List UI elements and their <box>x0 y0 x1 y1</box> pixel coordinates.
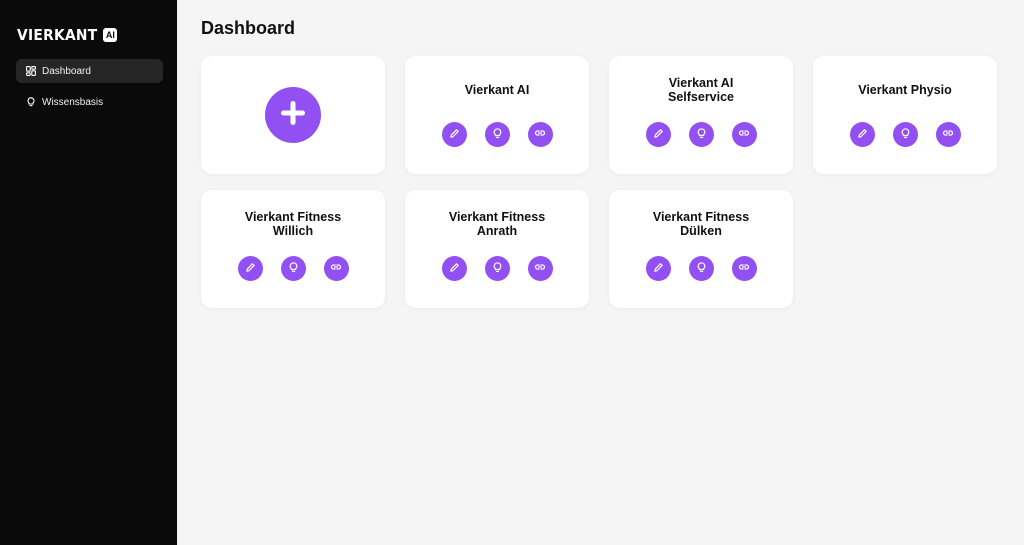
link-icon <box>738 126 750 144</box>
link-button[interactable] <box>527 122 553 147</box>
lightbulb-icon <box>288 260 299 278</box>
edit-button[interactable] <box>237 256 263 281</box>
knowledge-button[interactable] <box>484 122 510 147</box>
card-title-line: Vierkant Fitness <box>652 210 750 224</box>
link-button[interactable] <box>935 122 961 147</box>
logo[interactable]: VIERKANT AI <box>17 26 118 44</box>
lightbulb-icon <box>696 126 707 144</box>
add-button[interactable] <box>265 87 321 143</box>
link-icon <box>738 260 750 278</box>
edit-icon <box>857 126 868 144</box>
edit-button[interactable] <box>849 122 875 147</box>
edit-icon <box>653 126 664 144</box>
sidebar-item-wissensbasis[interactable]: Wissensbasis <box>16 90 163 114</box>
card-title-line: Dülken <box>680 224 722 238</box>
logo-text: VIERKANT <box>17 26 98 44</box>
card-title-line: Selfservice <box>667 90 735 104</box>
card-title: Vierkant Physio <box>821 83 989 97</box>
link-icon <box>534 126 546 144</box>
edit-button[interactable] <box>441 122 467 147</box>
link-button[interactable] <box>731 256 757 281</box>
assistant-card[interactable]: Vierkant Physio <box>813 56 997 174</box>
card-title-line: Vierkant AI <box>464 83 530 97</box>
dashboard-icon <box>26 66 36 76</box>
link-icon <box>942 126 954 144</box>
sidebar: VIERKANT AI Dashboard Wissensbasis <box>0 0 177 545</box>
assistant-card[interactable]: Vierkant Fitness Dülken <box>609 190 793 308</box>
edit-button[interactable] <box>645 256 671 281</box>
logo-badge: AI <box>103 28 118 42</box>
add-card[interactable] <box>201 56 385 174</box>
card-actions <box>201 256 385 281</box>
card-title: Vierkant AI <box>413 83 581 97</box>
knowledge-button[interactable] <box>688 122 714 147</box>
edit-icon <box>449 126 460 144</box>
card-title-line: Willich <box>272 224 314 238</box>
assistant-card[interactable]: Vierkant Fitness Anrath <box>405 190 589 308</box>
card-title-line: Vierkant Fitness <box>244 210 342 224</box>
lightbulb-icon <box>900 126 911 144</box>
card-title-line: Vierkant Physio <box>858 83 952 97</box>
sidebar-nav: Dashboard Wissensbasis <box>16 59 163 121</box>
card-title-line: Vierkant Fitness <box>448 210 546 224</box>
card-actions <box>405 256 589 281</box>
card-title: Vierkant Fitness Dülken <box>617 210 785 238</box>
knowledge-button[interactable] <box>280 256 306 281</box>
assistant-card[interactable]: Vierkant AI <box>405 56 589 174</box>
card-title: Vierkant AI Selfservice <box>617 76 785 104</box>
lightbulb-icon <box>696 260 707 278</box>
sidebar-item-label: Wissensbasis <box>42 96 104 108</box>
lightbulb-icon <box>492 126 503 144</box>
link-button[interactable] <box>323 256 349 281</box>
link-icon <box>534 260 546 278</box>
card-actions <box>609 122 793 147</box>
link-button[interactable] <box>731 122 757 147</box>
card-title-line: Vierkant AI <box>668 76 734 90</box>
page-title: Dashboard <box>201 18 296 38</box>
edit-icon <box>245 260 256 278</box>
assistant-card[interactable]: Vierkant AI Selfservice <box>609 56 793 174</box>
knowledge-button[interactable] <box>892 122 918 147</box>
edit-icon <box>653 260 664 278</box>
edit-button[interactable] <box>441 256 467 281</box>
link-button[interactable] <box>527 256 553 281</box>
knowledge-button[interactable] <box>688 256 714 281</box>
plus-icon <box>280 100 306 131</box>
sidebar-item-label: Dashboard <box>42 65 91 77</box>
card-actions <box>405 122 589 147</box>
sidebar-item-dashboard[interactable]: Dashboard <box>16 59 163 83</box>
card-actions <box>609 256 793 281</box>
card-title: Vierkant Fitness Willich <box>209 210 377 238</box>
lightbulb-icon <box>26 97 36 107</box>
card-title-line: Anrath <box>476 224 518 238</box>
edit-button[interactable] <box>645 122 671 147</box>
edit-icon <box>449 260 460 278</box>
card-actions <box>813 122 997 147</box>
link-icon <box>330 260 342 278</box>
lightbulb-icon <box>492 260 503 278</box>
card-title: Vierkant Fitness Anrath <box>413 210 581 238</box>
main-content: Dashboard Vierkant AI Vierkant AI Selfse… <box>177 0 1024 545</box>
knowledge-button[interactable] <box>484 256 510 281</box>
assistant-card[interactable]: Vierkant Fitness Willich <box>201 190 385 308</box>
